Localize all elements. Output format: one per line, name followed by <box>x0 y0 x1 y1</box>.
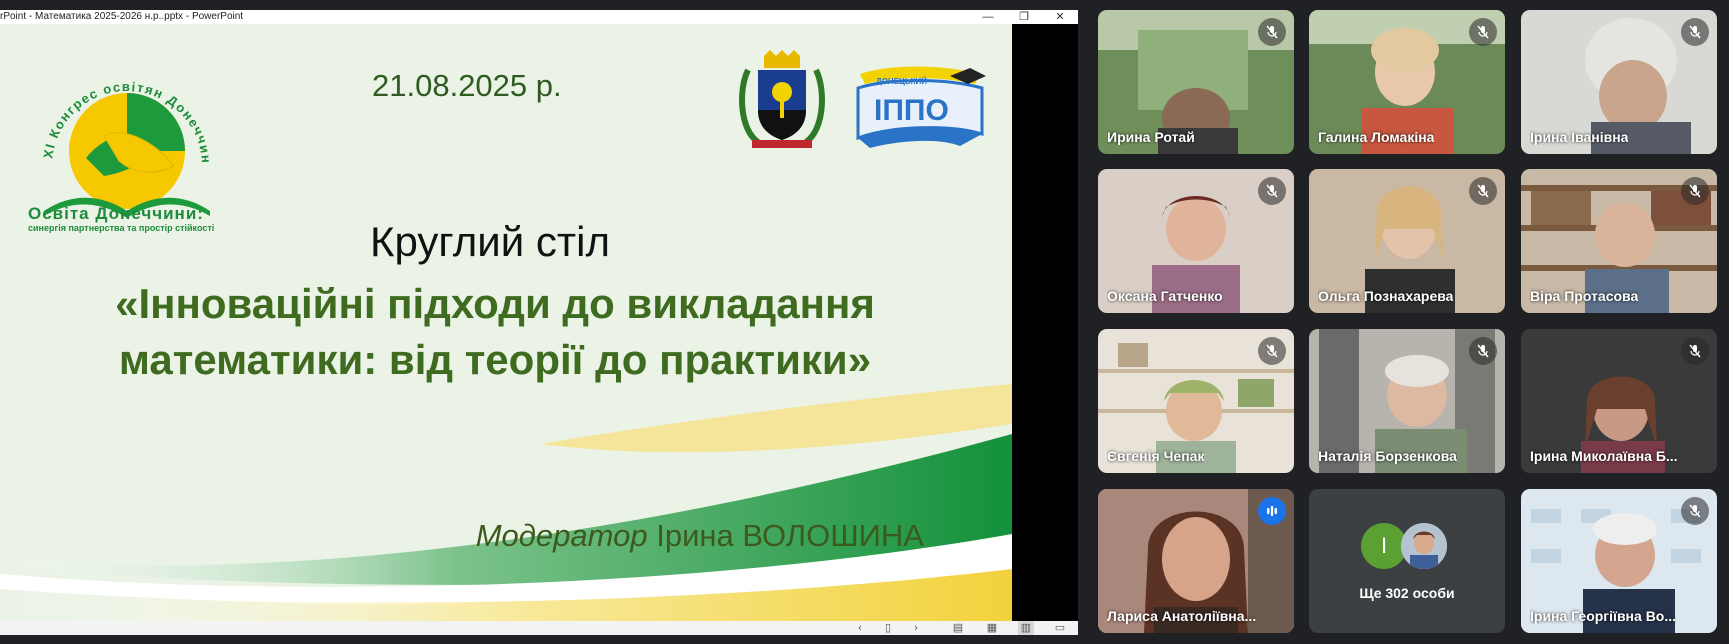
mic-off-icon <box>1469 177 1497 205</box>
speaking-indicator-icon <box>1258 497 1286 525</box>
ippo-top-text: ДОНЕЦЬКИЙ <box>876 77 927 86</box>
ippo-logo: ДОНЕЦЬКИЙ ІППО <box>856 66 986 148</box>
close-button[interactable]: ✕ <box>1048 10 1072 24</box>
mic-off-icon <box>1681 497 1709 525</box>
notes-icon[interactable]: ▯ <box>880 621 896 635</box>
participant-tile[interactable]: Ирина Ротай <box>1098 10 1294 154</box>
participant-tile-active-speaker[interactable]: Лариса Анатоліївна... <box>1098 489 1294 633</box>
reading-view-icon[interactable]: ▥ <box>1018 621 1034 635</box>
participant-tile[interactable]: Ірина Миколаївна Б... <box>1521 329 1717 473</box>
more-participants-avatars: І <box>1361 523 1461 571</box>
powerpoint-status-bar: ‹ ▯ › ▤ ▦ ▥ ▭ <box>0 621 1078 635</box>
restore-button[interactable]: ❐ <box>1012 10 1036 24</box>
coat-of-arms-icon <box>739 50 825 148</box>
normal-view-icon[interactable]: ▤ <box>950 621 966 635</box>
participant-tile[interactable]: Ірина Іванівна <box>1521 10 1717 154</box>
slide-title-line-2: математики: від теорії до практики» <box>118 336 872 383</box>
slide-heading: Круглий стіл <box>370 218 610 265</box>
avatar <box>1401 523 1447 569</box>
participant-name: Ірина Миколаївна Б... <box>1530 448 1678 464</box>
participant-name: Ольга Познахарева <box>1318 288 1454 304</box>
participant-name: Ирина Ротай <box>1107 129 1195 145</box>
chevron-left-icon[interactable]: ‹ <box>852 621 868 635</box>
slide-canvas: ХІ Конгрес освітян Донеччини Освіта Доне… <box>0 24 1012 621</box>
slide-moderator: Модератор Ірина ВОЛОШИНА <box>476 518 924 554</box>
mic-off-icon <box>1469 18 1497 46</box>
window-title: rPoint - Математика 2025-2026 н.р..pptx … <box>0 11 244 22</box>
participant-tile[interactable]: Оксана Гатченко <box>1098 169 1294 313</box>
participant-name: Лариса Анатоліївна... <box>1107 608 1257 624</box>
mic-off-icon <box>1258 337 1286 365</box>
mic-off-icon <box>1258 18 1286 46</box>
mic-off-icon <box>1681 337 1709 365</box>
slide-wave-decoration <box>0 384 1012 621</box>
slide-date: 21.08.2025 р. <box>372 68 562 103</box>
slide-side-area <box>1012 24 1078 621</box>
participant-tile[interactable]: Галина Ломакіна <box>1309 10 1505 154</box>
more-participants-label: Ще 302 особи <box>1359 585 1455 601</box>
participant-tile[interactable]: Ольга Познахарева <box>1309 169 1505 313</box>
participant-tile[interactable]: Віра Протасова <box>1521 169 1717 313</box>
participant-name: Оксана Гатченко <box>1107 288 1223 304</box>
slide-sorter-view-icon[interactable]: ▦ <box>984 621 1000 635</box>
mic-off-icon <box>1258 177 1286 205</box>
powerpoint-title-bar: rPoint - Математика 2025-2026 н.р..pptx … <box>0 10 1078 24</box>
participant-name: Галина Ломакіна <box>1318 129 1435 145</box>
slide-title: «Інноваційні підходи до викладання матем… <box>40 276 950 388</box>
powerpoint-window: rPoint - Математика 2025-2026 н.р..pptx … <box>0 10 1078 635</box>
participant-tile[interactable]: Євгенія Чепак <box>1098 329 1294 473</box>
mic-off-icon <box>1681 18 1709 46</box>
more-participants-tile[interactable]: І Ще 302 особи <box>1309 489 1505 633</box>
participant-name: Наталія Борзенкова <box>1318 448 1457 464</box>
participant-tile[interactable]: Наталія Борзенкова <box>1309 329 1505 473</box>
participant-name: Віра Протасова <box>1530 288 1639 304</box>
presenter-view-icon[interactable]: ▭ <box>1052 621 1068 635</box>
moderator-name: Ірина ВОЛОШИНА <box>656 518 924 553</box>
minimize-button[interactable]: — <box>976 10 1000 24</box>
mic-off-icon <box>1681 177 1709 205</box>
moderator-label: Модератор <box>475 518 648 553</box>
slide-title-line-1: «Інноваційні підходи до викладання <box>115 280 875 327</box>
participant-name: Євгенія Чепак <box>1107 448 1205 464</box>
chevron-right-icon[interactable]: › <box>908 621 924 635</box>
participant-name: Ірина Георгіївна Во... <box>1530 608 1677 624</box>
ippo-text: ІППО <box>874 94 949 127</box>
mic-off-icon <box>1469 337 1497 365</box>
participant-tile[interactable]: Ірина Георгіївна Во... <box>1521 489 1717 633</box>
participant-name: Ірина Іванівна <box>1530 129 1629 145</box>
